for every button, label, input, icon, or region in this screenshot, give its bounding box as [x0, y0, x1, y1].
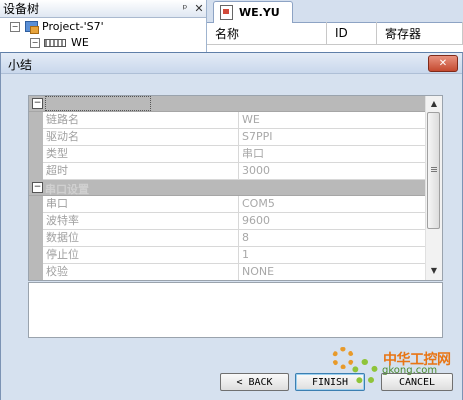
property-row[interactable]: 波特率 9600 [29, 213, 427, 230]
category-row-serial[interactable]: − 串口设置 [29, 180, 427, 196]
project-icon [24, 20, 39, 34]
document-icon [220, 5, 233, 20]
property-row[interactable]: 超时 3000 [29, 163, 427, 180]
watermark-logo: 中华工控网 gkong.com [330, 341, 463, 400]
device-tree-title: 设备树 [3, 2, 40, 16]
collapse-icon[interactable]: − [10, 21, 20, 32]
property-name: 链路名 [43, 112, 239, 128]
column-header-register[interactable]: 寄存器 [377, 22, 463, 44]
close-button[interactable]: ✕ [428, 55, 458, 72]
gear-icon [332, 347, 354, 369]
property-name: 停止位 [43, 247, 239, 263]
property-value[interactable]: 8 [239, 230, 427, 246]
property-row[interactable]: 数据位 8 [29, 230, 427, 247]
property-row[interactable]: 驱动名 S7PPI [29, 129, 427, 146]
collapse-icon[interactable]: − [32, 98, 43, 109]
property-value[interactable]: COM5 [239, 196, 427, 212]
close-icon: ✕ [438, 58, 448, 69]
property-row[interactable]: 链路名 WE [29, 112, 427, 129]
description-box [28, 282, 443, 338]
row-gutter [29, 247, 43, 264]
property-value[interactable]: WE [239, 112, 427, 128]
property-name: 串口 [43, 196, 239, 212]
tree-item-project[interactable]: − Project-'S7' [10, 20, 104, 34]
row-gutter [29, 213, 43, 230]
pin-icon[interactable]: ᵖ [178, 2, 192, 15]
property-row[interactable]: 校验 NONE [29, 264, 427, 280]
collapse-icon[interactable]: − [30, 37, 40, 48]
row-gutter [29, 264, 43, 280]
property-name: 驱动名 [43, 129, 239, 145]
gear-icon [352, 359, 378, 385]
device-tree-header: 设备树 ᵖ ✕ [0, 0, 206, 18]
row-gutter [29, 230, 43, 247]
dialog-title: 小结 [8, 58, 33, 72]
back-button[interactable]: < BACK [220, 373, 289, 391]
property-value[interactable]: 3000 [239, 163, 427, 179]
column-header-name[interactable]: 名称 [207, 22, 327, 44]
tree-item-link-we[interactable]: − WE [30, 36, 89, 49]
tab-strip: WE.YU [207, 0, 463, 23]
panel-close-icon[interactable]: ✕ [192, 2, 206, 15]
property-grid: − 链路名 WE 驱动名 S7PPI 类型 串口 超时 3000 − 串口设置 … [28, 95, 443, 281]
property-value[interactable]: S7PPI [239, 129, 427, 145]
row-gutter [29, 146, 43, 163]
category-row-link[interactable]: − [29, 96, 427, 112]
property-name: 超时 [43, 163, 239, 179]
property-row[interactable]: 停止位 1 [29, 247, 427, 264]
category-name: 串口设置 [45, 183, 89, 196]
collapse-icon[interactable]: − [32, 182, 43, 193]
device-tree-panel: 设备树 ᵖ ✕ − Project-'S7' − WE [0, 0, 207, 52]
property-row[interactable]: 类型 串口 [29, 146, 427, 163]
grid-header: 名称 ID 寄存器 [207, 22, 463, 45]
row-gutter [29, 129, 43, 146]
property-value[interactable]: NONE [239, 264, 427, 280]
tab-label: WE.YU [239, 6, 280, 19]
property-value[interactable]: 串口 [239, 146, 427, 162]
property-name: 类型 [43, 146, 239, 162]
tree-item-label: WE [71, 36, 89, 49]
scroll-thumb[interactable] [427, 112, 440, 229]
property-name: 校验 [43, 264, 239, 280]
property-value[interactable]: 9600 [239, 213, 427, 229]
row-gutter [29, 112, 43, 129]
dialog-title-bar: 小结 ✕ [1, 53, 462, 74]
property-name: 波特率 [43, 213, 239, 229]
property-row[interactable]: 串口 COM5 [29, 196, 427, 213]
property-name: 数据位 [43, 230, 239, 246]
row-gutter [29, 196, 43, 213]
scroll-up-icon[interactable]: ▲ [426, 97, 442, 111]
category-name [45, 96, 151, 111]
scroll-down-icon[interactable]: ▼ [426, 264, 442, 278]
tab-we-yu[interactable]: WE.YU [213, 1, 293, 23]
property-value[interactable]: 1 [239, 247, 427, 263]
row-gutter [29, 163, 43, 180]
grip-icon [431, 167, 437, 168]
serial-link-icon [44, 38, 66, 47]
tree-item-label: Project-'S7' [42, 20, 104, 33]
property-rows: − 链路名 WE 驱动名 S7PPI 类型 串口 超时 3000 − 串口设置 … [29, 96, 427, 280]
vertical-scrollbar[interactable]: ▲ ▼ [425, 96, 442, 280]
watermark-url: gkong.com [382, 365, 438, 376]
column-header-id[interactable]: ID [327, 22, 377, 44]
document-area: WE.YU 名称 ID 寄存器 [207, 0, 463, 52]
